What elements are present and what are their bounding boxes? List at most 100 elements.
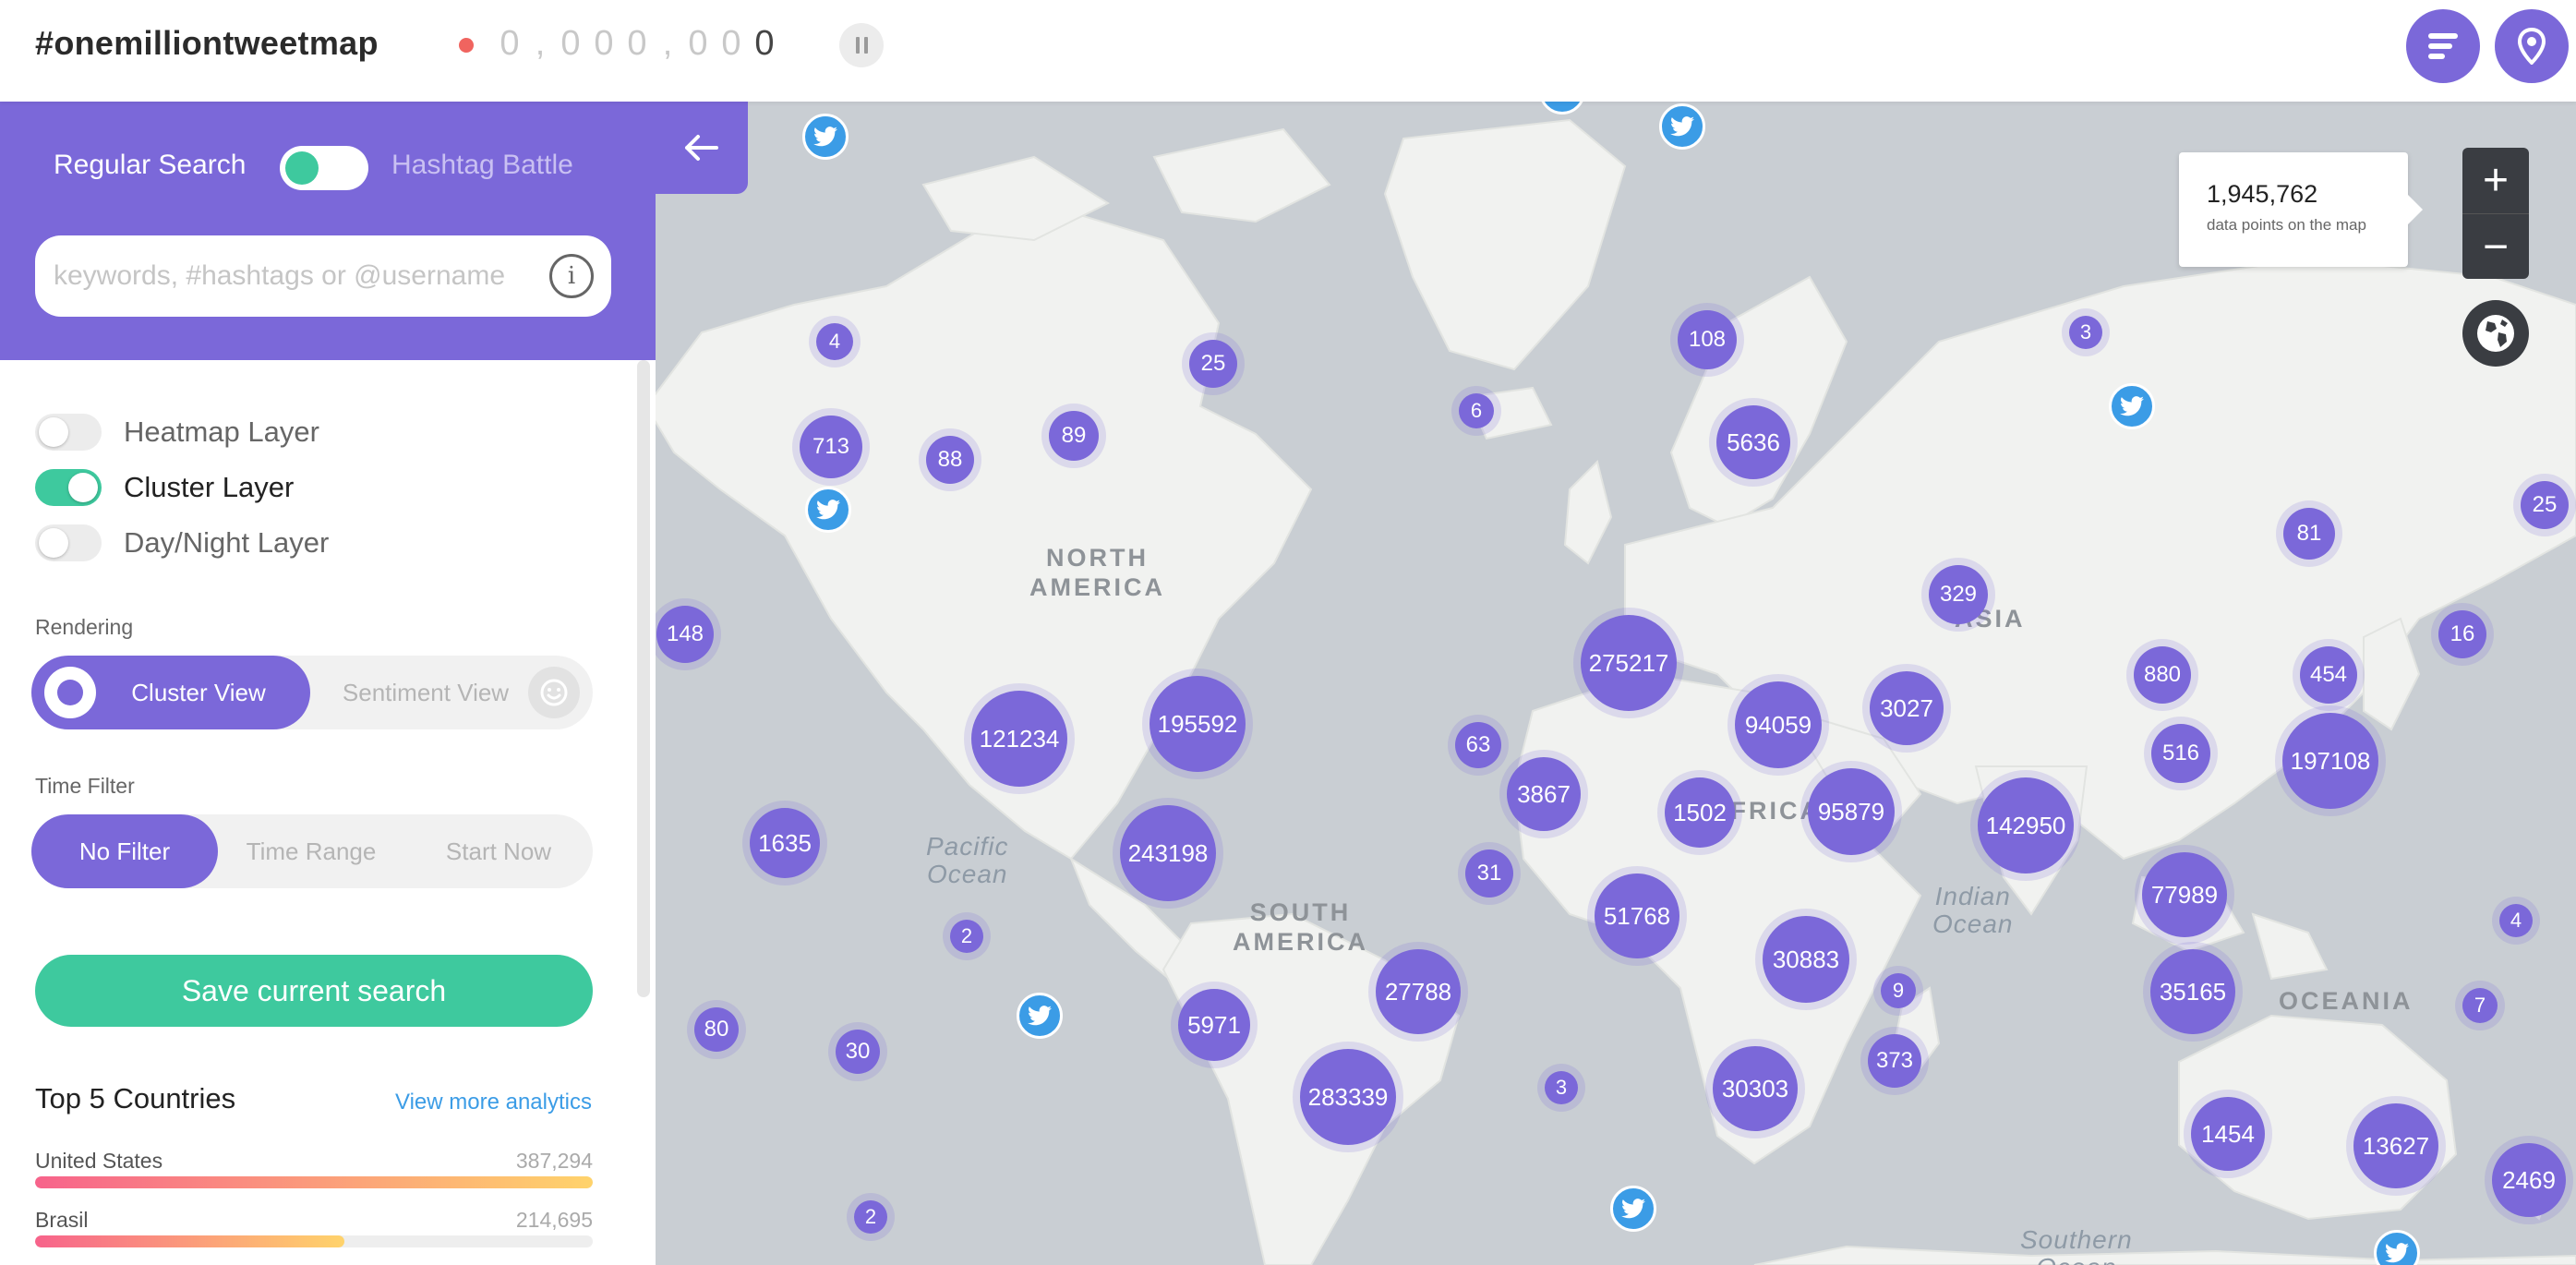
zoom-out-button[interactable]: − bbox=[2462, 214, 2529, 280]
cluster-marker[interactable]: 142950 bbox=[1978, 777, 2074, 873]
location-button[interactable] bbox=[2495, 9, 2569, 83]
daynight-layer-row[interactable]: Day/Night Layer bbox=[35, 523, 329, 563]
cluster-marker[interactable]: 30883 bbox=[1763, 916, 1849, 1003]
cluster-marker[interactable]: 25 bbox=[1189, 340, 1237, 388]
cluster-marker[interactable]: 89 bbox=[1049, 411, 1099, 461]
cluster-marker[interactable]: 121234 bbox=[971, 691, 1067, 787]
regular-search-label[interactable]: Regular Search bbox=[54, 150, 246, 181]
cluster-marker[interactable]: 329 bbox=[1929, 565, 1988, 624]
counter-separator: , bbox=[535, 24, 546, 63]
counter-digit: 0 bbox=[721, 24, 741, 63]
cluster-marker[interactable]: 3 bbox=[1545, 1071, 1578, 1104]
tweet-marker[interactable] bbox=[1610, 1186, 1656, 1232]
heatmap-layer-row[interactable]: Heatmap Layer bbox=[35, 412, 319, 452]
cluster-marker[interactable]: 2 bbox=[950, 920, 983, 953]
cluster-marker[interactable]: 3867 bbox=[1507, 757, 1581, 831]
globe-button[interactable] bbox=[2462, 300, 2529, 367]
app-title[interactable]: #onemilliontweetmap bbox=[35, 24, 379, 63]
tweet-marker[interactable] bbox=[2109, 383, 2155, 429]
info-icon[interactable]: i bbox=[549, 254, 594, 298]
cluster-marker[interactable]: 30 bbox=[836, 1030, 880, 1074]
cluster-marker[interactable]: 4 bbox=[2499, 904, 2533, 937]
counter-digit: 0 bbox=[754, 24, 775, 63]
cluster-marker[interactable]: 9 bbox=[1881, 973, 1916, 1008]
cluster-marker[interactable]: 51768 bbox=[1595, 873, 1679, 958]
search-input[interactable] bbox=[54, 235, 552, 317]
toggle-knob bbox=[39, 417, 68, 447]
cluster-marker[interactable]: 63 bbox=[1455, 722, 1501, 768]
hashtag-battle-label[interactable]: Hashtag Battle bbox=[391, 150, 573, 181]
country-bar-fill bbox=[35, 1235, 344, 1247]
cluster-marker[interactable]: 3 bbox=[2069, 316, 2102, 349]
cluster-view-option[interactable]: Cluster View bbox=[31, 656, 310, 729]
no-filter-option[interactable]: No Filter bbox=[31, 814, 218, 888]
twitter-bird-icon bbox=[2120, 396, 2144, 416]
twitter-bird-icon bbox=[813, 126, 837, 147]
collapse-sidebar-button[interactable] bbox=[656, 102, 748, 194]
cluster-marker[interactable]: 454 bbox=[2300, 646, 2357, 704]
cluster-marker[interactable]: 4 bbox=[816, 323, 853, 360]
pause-button[interactable] bbox=[839, 23, 884, 67]
heatmap-layer-toggle[interactable] bbox=[35, 414, 102, 451]
view-analytics-link[interactable]: View more analytics bbox=[395, 1090, 592, 1115]
cluster-marker[interactable]: 6 bbox=[1459, 393, 1494, 428]
cluster-marker[interactable]: 31 bbox=[1465, 849, 1513, 898]
cluster-marker[interactable]: 27788 bbox=[1376, 949, 1461, 1034]
tweet-marker[interactable] bbox=[802, 114, 849, 160]
cluster-marker[interactable]: 713 bbox=[800, 416, 862, 478]
cluster-marker[interactable]: 880 bbox=[2134, 646, 2191, 704]
cluster-marker[interactable]: 13627 bbox=[2353, 1103, 2438, 1188]
cluster-layer-toggle[interactable] bbox=[35, 469, 102, 506]
zoom-in-button[interactable]: + bbox=[2462, 148, 2529, 213]
time-range-option[interactable]: Time Range bbox=[218, 814, 404, 888]
cluster-marker[interactable]: 148 bbox=[656, 606, 714, 663]
cluster-marker[interactable]: 5971 bbox=[1178, 989, 1250, 1061]
cluster-marker[interactable]: 94059 bbox=[1735, 681, 1822, 768]
counter-digit: 0 bbox=[560, 24, 581, 63]
cluster-marker[interactable]: 80 bbox=[694, 1007, 739, 1052]
data-points-count: 1,945,762 bbox=[2207, 180, 2318, 208]
twitter-bird-icon bbox=[1670, 116, 1694, 137]
cluster-marker[interactable]: 2 bbox=[854, 1200, 887, 1234]
cluster-marker[interactable]: 1635 bbox=[750, 808, 820, 878]
cluster-marker[interactable]: 16 bbox=[2438, 610, 2486, 658]
cluster-marker[interactable]: 1502 bbox=[1665, 777, 1735, 848]
cluster-marker[interactable]: 195592 bbox=[1150, 676, 1246, 772]
globe-icon bbox=[2477, 315, 2514, 352]
cluster-marker[interactable]: 95879 bbox=[1808, 768, 1895, 855]
data-points-tooltip: 1,945,762 data points on the map bbox=[2179, 152, 2423, 267]
cluster-marker[interactable]: 275217 bbox=[1581, 615, 1677, 711]
start-now-option[interactable]: Start Now bbox=[404, 814, 593, 888]
cluster-marker[interactable]: 197108 bbox=[2282, 713, 2378, 809]
menu-button[interactable] bbox=[2406, 9, 2480, 83]
toggle-knob bbox=[68, 473, 98, 502]
cluster-marker[interactable]: 25 bbox=[2521, 481, 2569, 529]
smiley-icon[interactable] bbox=[528, 667, 580, 718]
cluster-marker[interactable]: 243198 bbox=[1120, 805, 1216, 901]
search-mode-toggle[interactable] bbox=[280, 146, 368, 190]
cluster-marker[interactable]: 30303 bbox=[1713, 1046, 1798, 1131]
cluster-marker[interactable]: 3027 bbox=[1870, 671, 1944, 745]
cluster-marker[interactable]: 373 bbox=[1868, 1034, 1921, 1088]
cluster-layer-row[interactable]: Cluster Layer bbox=[35, 467, 294, 508]
cluster-marker[interactable]: 88 bbox=[926, 436, 974, 484]
tweet-marker[interactable] bbox=[1017, 993, 1063, 1039]
cluster-marker[interactable]: 7 bbox=[2462, 988, 2498, 1023]
sidebar-scrollbar[interactable] bbox=[637, 360, 650, 997]
label-north-america: NORTH AMERICA bbox=[1029, 544, 1165, 601]
cluster-marker[interactable]: 81 bbox=[2283, 508, 2335, 560]
cluster-marker[interactable]: 35165 bbox=[2150, 949, 2235, 1034]
cluster-marker[interactable]: 283339 bbox=[1300, 1049, 1396, 1145]
cluster-marker[interactable]: 2469 bbox=[2492, 1143, 2566, 1217]
daynight-layer-toggle[interactable] bbox=[35, 524, 102, 561]
save-search-button[interactable]: Save current search bbox=[35, 955, 593, 1027]
tweet-marker[interactable] bbox=[805, 487, 851, 533]
cluster-marker[interactable]: 5636 bbox=[1716, 405, 1790, 479]
cluster-marker[interactable]: 516 bbox=[2151, 724, 2210, 783]
sentiment-view-option[interactable]: Sentiment View bbox=[310, 656, 541, 729]
tweet-marker[interactable] bbox=[1659, 103, 1705, 150]
cluster-marker[interactable]: 108 bbox=[1678, 310, 1737, 369]
cluster-marker[interactable]: 1454 bbox=[2191, 1097, 2265, 1171]
cluster-marker[interactable]: 77989 bbox=[2142, 852, 2227, 937]
search-box: i bbox=[35, 235, 611, 317]
